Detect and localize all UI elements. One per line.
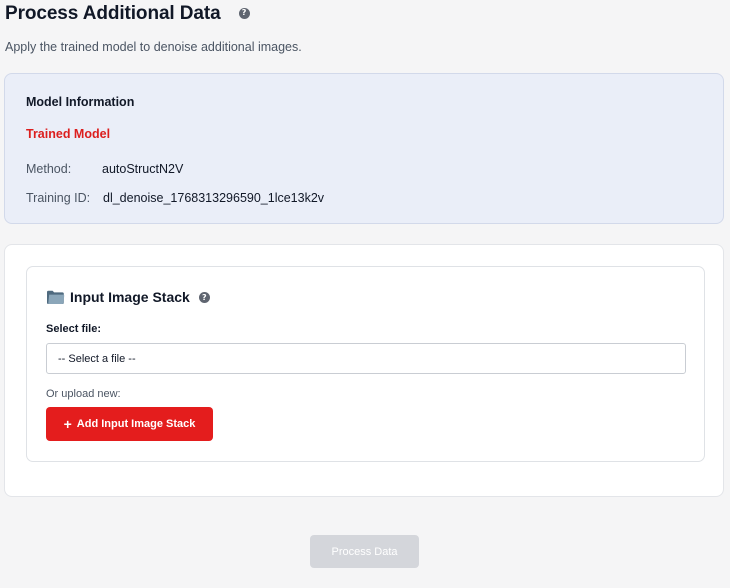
page-subtitle: Apply the trained model to denoise addit… xyxy=(5,40,302,54)
plus-icon: + xyxy=(63,416,72,432)
training-id-value: dl_denoise_1768313296590_1lce13k2v xyxy=(103,191,325,205)
training-id-label: Training ID: xyxy=(26,191,91,205)
process-data-button[interactable]: Process Data xyxy=(310,535,419,568)
input-stack-header: Input Image Stack ? xyxy=(46,287,210,307)
input-image-stack-panel: Input Image Stack ? Select file: -- Sele… xyxy=(26,266,705,462)
upload-new-label: Or upload new: xyxy=(46,388,121,400)
folder-icon xyxy=(47,290,65,304)
process-button-label: Process Data xyxy=(331,545,398,558)
help-icon[interactable]: ? xyxy=(238,7,250,19)
model-information-panel: Model Information Trained Model Method: … xyxy=(4,73,724,224)
process-additional-data-page: Process Additional Data ? Apply the trai… xyxy=(0,0,730,588)
file-select-value: -- Select a file -- xyxy=(58,352,136,365)
title-row: Process Additional Data ? xyxy=(5,3,250,25)
input-card: Input Image Stack ? Select file: -- Sele… xyxy=(4,244,724,497)
select-file-label: Select file: xyxy=(46,323,102,335)
add-button-label: Add Input Image Stack xyxy=(76,418,196,430)
file-select-dropdown[interactable]: -- Select a file -- xyxy=(46,343,686,374)
method-value: autoStructN2V xyxy=(102,162,184,176)
input-stack-title: Input Image Stack xyxy=(70,289,190,305)
add-input-image-stack-button[interactable]: + Add Input Image Stack xyxy=(46,407,213,441)
model-info-heading: Model Information xyxy=(26,95,135,109)
page-title: Process Additional Data xyxy=(5,3,221,24)
trained-model-label: Trained Model xyxy=(26,127,111,141)
method-label: Method: xyxy=(26,162,72,176)
input-stack-help-icon[interactable]: ? xyxy=(198,292,210,303)
